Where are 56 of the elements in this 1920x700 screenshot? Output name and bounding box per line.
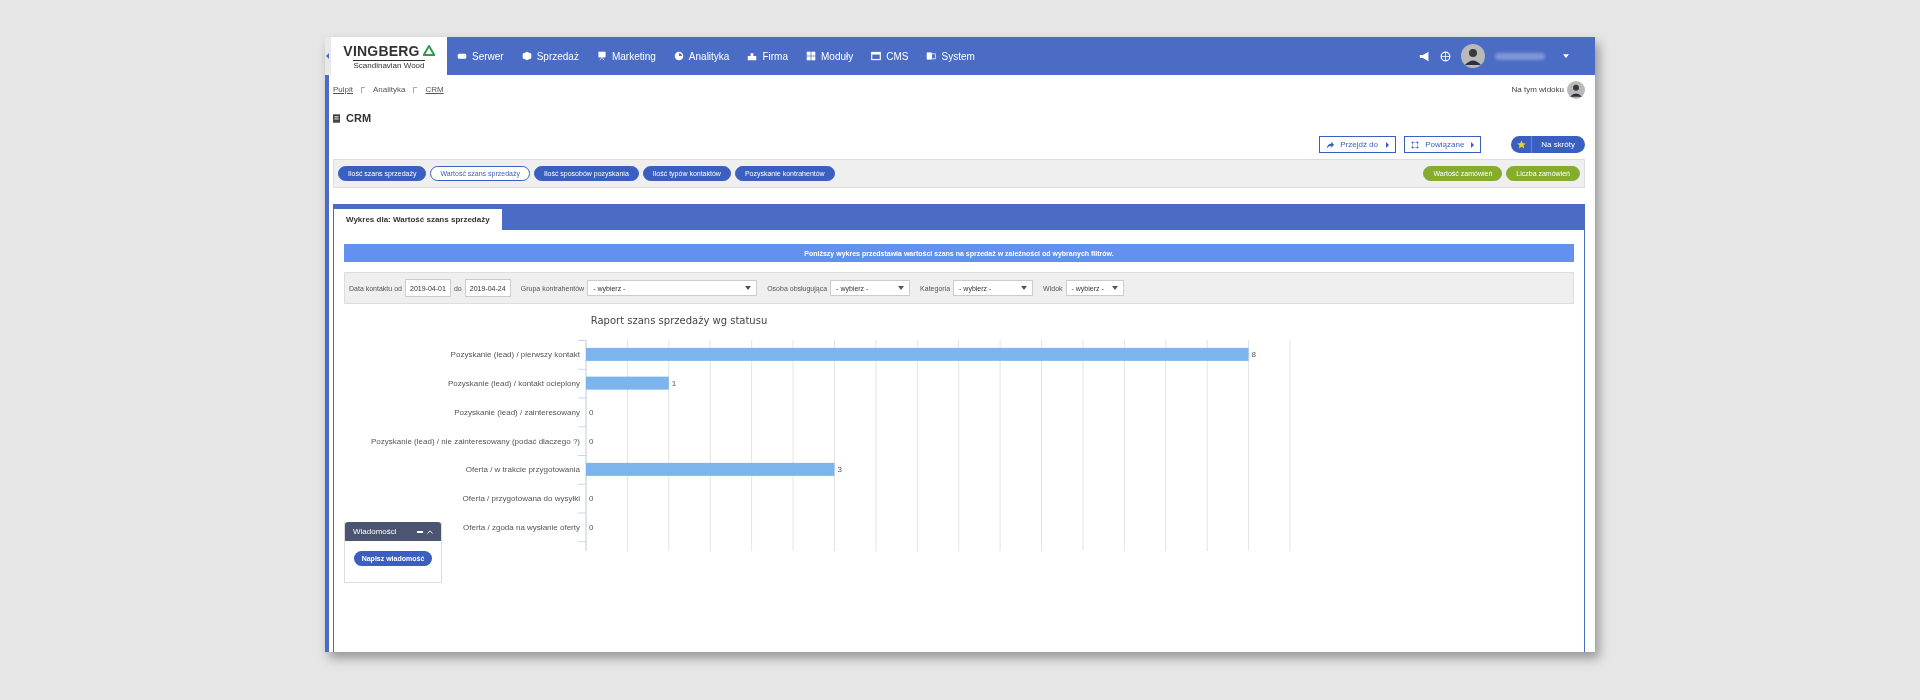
category-label: Oferta / w trakcie przygotowania	[465, 465, 580, 475]
panel-tab[interactable]: Wykres dla: Wartość szans sprzedaży	[334, 209, 502, 230]
separator-icon	[361, 86, 365, 93]
breadcrumb-link[interactable]: Analityka	[373, 85, 406, 94]
building-icon	[747, 51, 758, 61]
globe-icon[interactable]	[1440, 50, 1451, 62]
category-label: Oferta / zgoda na wysłanie oferty	[463, 522, 580, 532]
box-icon	[521, 51, 532, 61]
separator-icon	[413, 86, 418, 93]
chart-title: Raport szans sprzedaży wg statusu	[590, 315, 768, 326]
nav-item[interactable]: Firma	[747, 50, 788, 62]
category-label: Pozyskanie (lead) / nie zainteresowany (podać dlaczego ?)	[371, 436, 580, 446]
breadcrumb-link[interactable]: Pulpit	[333, 85, 353, 94]
office-icon	[926, 51, 937, 61]
nav-item[interactable]: Marketing	[596, 50, 656, 62]
value-label: 0	[589, 494, 594, 504]
action-button[interactable]: Przejdź do	[1319, 136, 1397, 153]
nodes-icon	[1411, 140, 1420, 149]
view-label: Na tym widoku	[1511, 85, 1564, 94]
page-title: CRM	[346, 112, 372, 124]
value-label: 0	[589, 407, 594, 417]
server-icon	[457, 51, 467, 61]
nav-item[interactable]: System	[926, 50, 975, 62]
window-icon	[871, 51, 882, 61]
grid-icon	[806, 51, 816, 61]
category-label: Pozyskanie (lead) / pierwszy kontakt	[450, 350, 580, 360]
share-icon	[1326, 140, 1335, 149]
avatar	[1567, 80, 1585, 99]
category-label: Pozyskanie (lead) / zainteresowany	[454, 407, 580, 417]
logo[interactable]: VINGBERG Scandinavian Wood	[331, 37, 447, 75]
star-icon	[1516, 140, 1526, 149]
category-label: Pozyskanie (lead) / kontakt ocieplony	[447, 379, 580, 389]
nav-item[interactable]: CMS	[871, 50, 909, 62]
blurred-user-name	[1495, 52, 1545, 60]
presentation-icon	[596, 51, 607, 61]
caret-icon[interactable]	[1563, 54, 1569, 58]
minimize-icon[interactable]	[417, 530, 423, 533]
nav-item[interactable]: Moduły	[806, 50, 854, 62]
value-label: 3	[837, 465, 842, 475]
value-label: 1	[671, 379, 677, 389]
document-icon	[333, 113, 340, 123]
action-button[interactable]: Powiązane	[1404, 136, 1482, 153]
pie-chart-icon	[673, 51, 684, 61]
shortcuts-button[interactable]: Na skróty	[1511, 136, 1585, 153]
value-label: 0	[589, 436, 594, 446]
nav-item[interactable]: Analityka	[673, 50, 730, 62]
category-label: Oferta / przygotowana do wysyłki	[462, 494, 580, 504]
widget-title: Wiadomości	[353, 527, 397, 536]
nav-item[interactable]: Sprzedaż	[521, 50, 579, 62]
value-label: 0	[589, 522, 594, 532]
chevron-up-icon[interactable]	[427, 529, 433, 534]
megaphone-icon[interactable]	[1419, 50, 1430, 62]
nav-item[interactable]: Serwer	[457, 50, 504, 62]
breadcrumb-link[interactable]: CRM	[425, 85, 444, 94]
value-label: 8	[1251, 350, 1257, 360]
avatar[interactable]	[1461, 44, 1485, 68]
